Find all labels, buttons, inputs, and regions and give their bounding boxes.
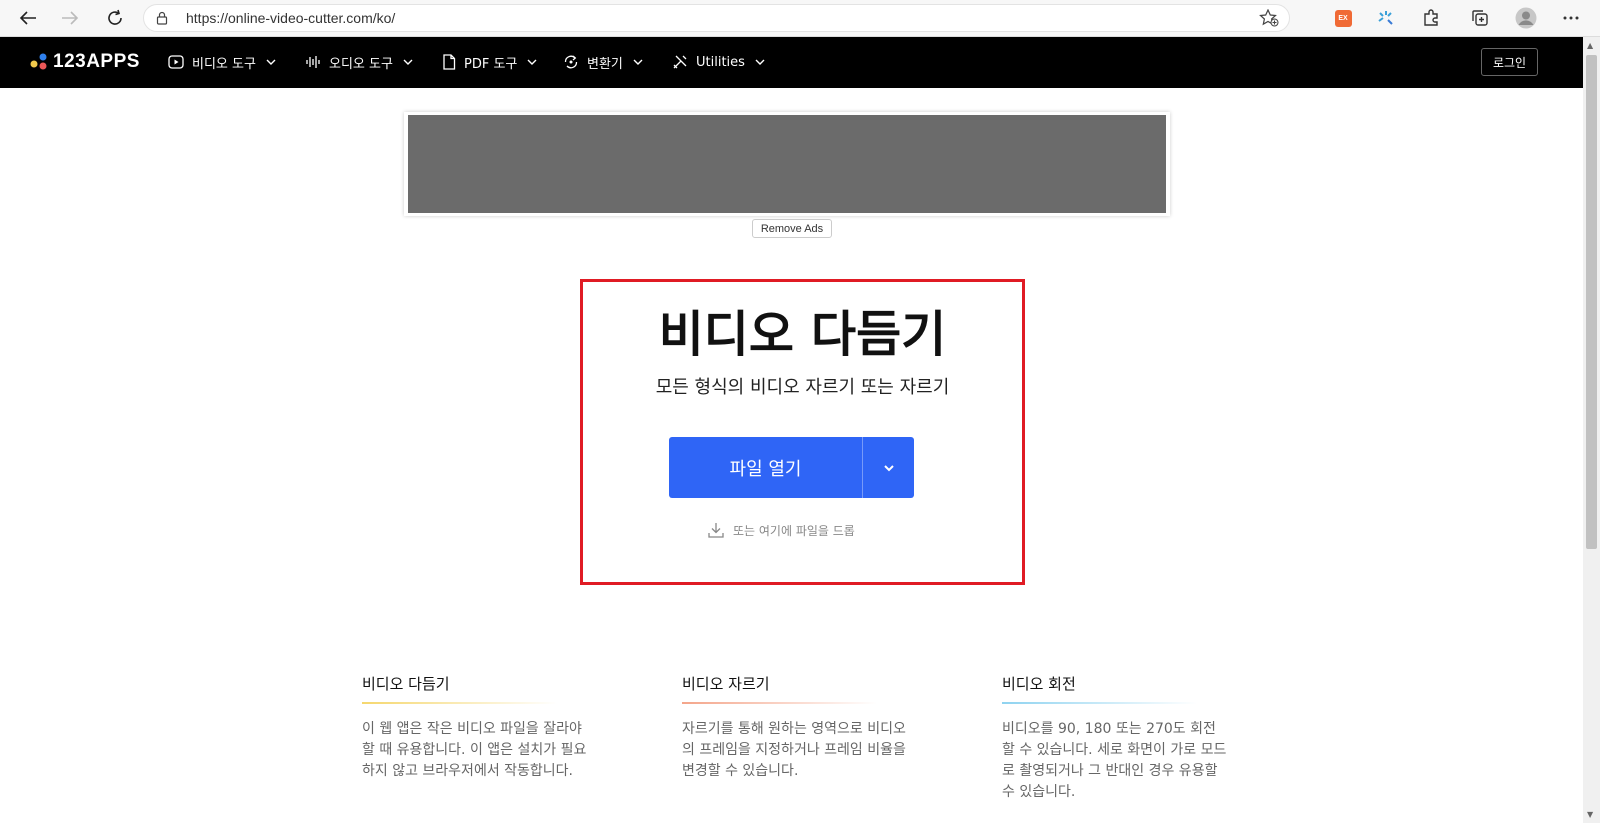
feature-title: 비디오 자르기 xyxy=(682,675,770,693)
open-file-button[interactable]: 파일 열기 xyxy=(669,437,863,498)
menu-converters[interactable]: 변환기 xyxy=(563,52,643,72)
menu-pdf-tools-label: PDF 도구 xyxy=(464,56,518,72)
feature-rotate: 비디오 회전 비디오를 90, 180 또는 270도 회전할 수 있습니다. … xyxy=(1002,673,1227,803)
document-icon xyxy=(443,54,456,70)
spinner-icon xyxy=(1378,11,1393,25)
chevron-down-icon xyxy=(755,59,765,65)
feature-accent-line xyxy=(1002,702,1197,704)
extension-loading-icon[interactable] xyxy=(1373,5,1399,31)
menu-pdf-tools[interactable]: PDF 도구 xyxy=(442,52,537,72)
logo-dots-icon xyxy=(30,53,47,70)
feature-trim: 비디오 다듬기 이 웹 앱은 작은 비디오 파일을 잘라야 할 때 유용합니다.… xyxy=(362,673,587,782)
download-icon xyxy=(708,523,724,538)
site-header: 123APPS 비디오 도구 오디오 도구 PDF 도구 변환기 Utiliti… xyxy=(0,37,1583,88)
puzzle-icon xyxy=(1424,9,1438,26)
drop-hint-text: 또는 여기에 파일을 드롭 xyxy=(733,523,855,538)
back-button[interactable] xyxy=(13,4,43,32)
scroll-thumb[interactable] xyxy=(1586,55,1597,549)
reload-button[interactable] xyxy=(100,4,130,32)
extension-ex-icon[interactable]: EX xyxy=(1330,5,1356,31)
ad-placeholder[interactable] xyxy=(408,115,1166,213)
extension-ex-badge: EX xyxy=(1334,9,1352,27)
remove-ads-button[interactable]: Remove Ads xyxy=(752,219,832,238)
feature-title: 비디오 회전 xyxy=(1002,675,1076,693)
favorite-add-icon[interactable] xyxy=(1259,9,1279,27)
menu-video-tools[interactable]: 비디오 도구 xyxy=(168,52,276,72)
reload-icon xyxy=(108,9,122,25)
menu-video-tools-label: 비디오 도구 xyxy=(192,56,256,72)
collections-icon xyxy=(1472,10,1488,26)
feature-title: 비디오 다듬기 xyxy=(362,675,450,693)
play-circle-icon xyxy=(168,55,184,69)
url-text: https://online-video-cutter.com/ko/ xyxy=(186,10,396,26)
lock-icon xyxy=(156,11,168,25)
page-title: 비디오 다듬기 xyxy=(658,306,947,363)
drop-zone-hint[interactable]: 또는 여기에 파일을 드롭 xyxy=(707,521,855,539)
more-dots-icon xyxy=(1563,16,1579,20)
chevron-down-icon xyxy=(527,59,537,65)
logo-text: 123APPS xyxy=(53,51,140,72)
avatar-icon xyxy=(1515,7,1537,29)
page-subtitle: 모든 형식의 비디오 자르기 또는 자르기 xyxy=(655,377,950,398)
forward-button[interactable] xyxy=(55,4,85,32)
feature-text: 비디오를 90, 180 또는 270도 회전할 수 있습니다. 세로 화면이 … xyxy=(1002,721,1227,800)
address-bar[interactable]: https://online-video-cutter.com/ko/ xyxy=(143,4,1290,32)
forward-arrow-icon xyxy=(62,11,79,25)
scroll-down-icon[interactable]: ▼ xyxy=(1587,810,1593,819)
chevron-down-icon xyxy=(266,59,276,65)
menu-utilities-label: Utilities xyxy=(696,54,745,70)
audio-wave-icon xyxy=(306,56,320,68)
extensions-button[interactable] xyxy=(1418,5,1444,31)
feature-text: 이 웹 앱은 작은 비디오 파일을 잘라야 할 때 유용합니다. 이 앱은 설치… xyxy=(362,721,587,779)
chevron-down-icon xyxy=(883,464,894,471)
page-scrollbar[interactable]: ▲ ▼ xyxy=(1583,37,1600,823)
feature-accent-line xyxy=(682,702,877,704)
feature-crop: 비디오 자르기 자르기를 통해 원하는 영역으로 비디오의 프레임을 지정하거나… xyxy=(682,673,907,782)
convert-icon xyxy=(564,55,578,69)
feature-accent-line xyxy=(362,702,557,704)
tools-icon xyxy=(673,55,687,69)
scroll-up-icon[interactable]: ▲ xyxy=(1587,41,1593,50)
menu-utilities[interactable]: Utilities xyxy=(672,52,765,72)
site-logo[interactable]: 123APPS xyxy=(29,51,140,73)
menu-converters-label: 변환기 xyxy=(587,56,623,72)
back-arrow-icon xyxy=(19,11,36,25)
menu-audio-tools-label: 오디오 도구 xyxy=(329,56,393,72)
feature-text: 자르기를 통해 원하는 영역으로 비디오의 프레임을 지정하거나 프레임 비율을… xyxy=(682,721,906,779)
open-file-button-group: 파일 열기 xyxy=(669,437,914,498)
browser-toolbar: https://online-video-cutter.com/ko/ EX xyxy=(0,0,1600,37)
chevron-down-icon xyxy=(403,59,413,65)
browser-menu-button[interactable] xyxy=(1558,5,1584,31)
open-file-dropdown-button[interactable] xyxy=(863,437,914,498)
collections-button[interactable] xyxy=(1467,5,1493,31)
chevron-down-icon xyxy=(633,59,643,65)
menu-audio-tools[interactable]: 오디오 도구 xyxy=(305,52,413,72)
profile-button[interactable] xyxy=(1513,5,1539,31)
ad-banner xyxy=(404,112,1170,216)
login-button[interactable]: 로그인 xyxy=(1481,48,1538,76)
